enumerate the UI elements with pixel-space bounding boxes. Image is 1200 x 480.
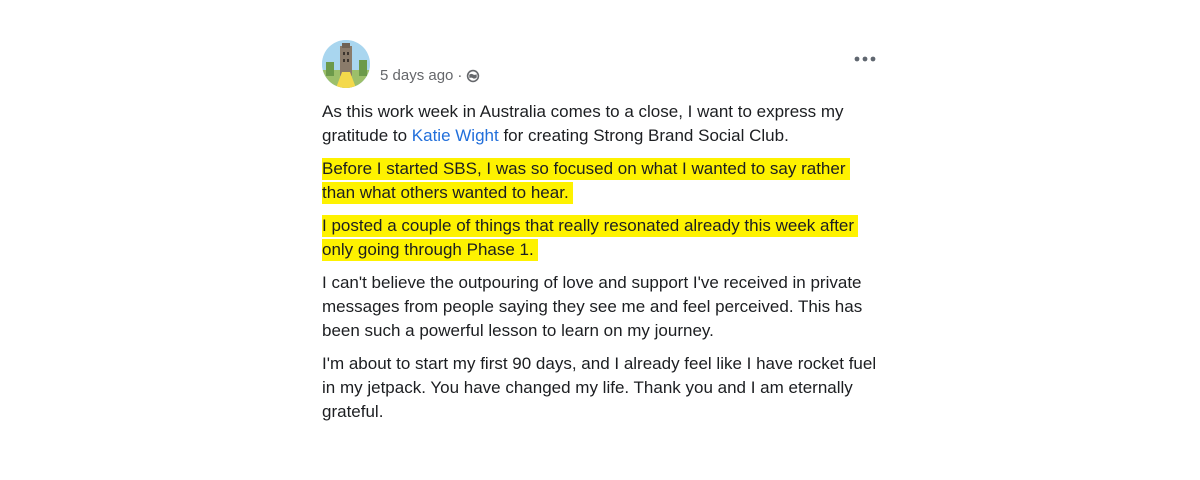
mention-link-katie-wight[interactable]: Katie Wight bbox=[412, 126, 499, 145]
post-header: 5 days ago · bbox=[322, 38, 882, 90]
post-paragraph-2: Before I started SBS, I was so focused o… bbox=[322, 157, 882, 205]
post-card: 5 days ago · As this work week in Austra… bbox=[322, 38, 882, 433]
post-paragraph-5: I'm about to start my first 90 days, and… bbox=[322, 354, 877, 421]
meta-separator: · bbox=[457, 67, 463, 84]
post-paragraph-3: I posted a couple of things that really … bbox=[322, 214, 882, 262]
globe-icon[interactable] bbox=[466, 69, 480, 83]
highlighted-text-1: Before I started SBS, I was so focused o… bbox=[322, 158, 850, 204]
post-meta: 5 days ago · bbox=[380, 67, 480, 84]
author-avatar[interactable] bbox=[322, 40, 370, 88]
post-timestamp[interactable]: 5 days ago bbox=[380, 67, 453, 84]
paragraph-1-text-end: for creating Strong Brand Social Club. bbox=[498, 126, 789, 145]
post-paragraph-1: As this work week in Australia comes to … bbox=[322, 100, 882, 148]
post-body: As this work week in Australia comes to … bbox=[322, 100, 882, 424]
highlighted-text-2: I posted a couple of things that really … bbox=[322, 215, 859, 261]
post-paragraph-4: I can't believe the outpouring of love a… bbox=[322, 273, 863, 340]
more-options-icon[interactable] bbox=[852, 52, 878, 66]
